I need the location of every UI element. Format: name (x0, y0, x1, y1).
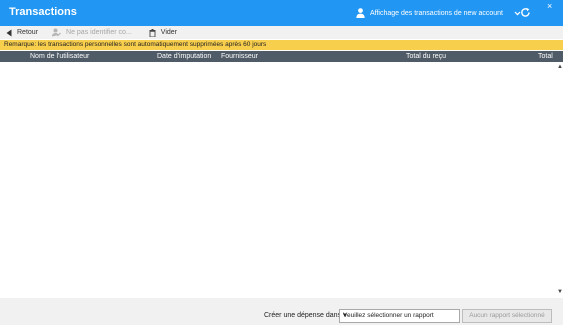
window-title: Transactions (9, 6, 77, 18)
column-header-user[interactable]: Nom de l'utilisateur (30, 53, 89, 60)
column-header-vendor[interactable]: Fournisseur (221, 53, 258, 60)
user-view-selector[interactable]: Affichage des transactions de new accoun… (356, 7, 521, 19)
transactions-table-body (0, 62, 556, 298)
table-header: Nom de l'utilisateur Date d'imputation F… (0, 51, 563, 62)
chevron-down-icon: ▾ (343, 312, 347, 319)
user-edit-icon (52, 28, 61, 37)
vertical-scrollbar[interactable]: ▲ ▼ (556, 62, 563, 298)
clear-label: Vider (160, 29, 177, 36)
clear-button[interactable]: Vider (149, 26, 177, 39)
column-header-total[interactable]: Total (538, 53, 553, 60)
toolbar: Retour Ne pas identifier co... Vider (0, 26, 563, 39)
create-expense-label: Créer une dépense dans : (264, 312, 345, 319)
back-arrow-icon (6, 29, 12, 36)
notice-text: Remarque: les transactions personnelles … (4, 41, 267, 48)
title-bar: Transactions Affichage des transactions … (0, 0, 563, 26)
do-not-identify-button[interactable]: Ne pas identifier co... (52, 26, 132, 39)
user-icon (356, 8, 365, 18)
back-label: Retour (17, 29, 39, 36)
scroll-down-arrow-icon[interactable]: ▼ (557, 289, 563, 295)
back-button[interactable]: Retour (6, 26, 38, 39)
do-not-identify-label: Ne pas identifier co... (66, 29, 132, 36)
no-report-selected-button[interactable]: Aucun rapport sélectionné (462, 309, 552, 323)
column-header-date[interactable]: Date d'imputation (157, 53, 211, 60)
user-view-label: Affichage des transactions de new accoun… (370, 9, 503, 17)
column-header-receipt-total[interactable]: Total du reçu (406, 53, 446, 60)
report-select[interactable]: Veuillez sélectionner un rapport ▾ (339, 309, 460, 323)
notice-banner: Remarque: les transactions personnelles … (0, 40, 563, 50)
close-button[interactable]: × (547, 1, 552, 11)
refresh-icon[interactable] (520, 7, 531, 18)
trash-icon (149, 28, 156, 37)
scroll-up-arrow-icon[interactable]: ▲ (557, 64, 563, 70)
